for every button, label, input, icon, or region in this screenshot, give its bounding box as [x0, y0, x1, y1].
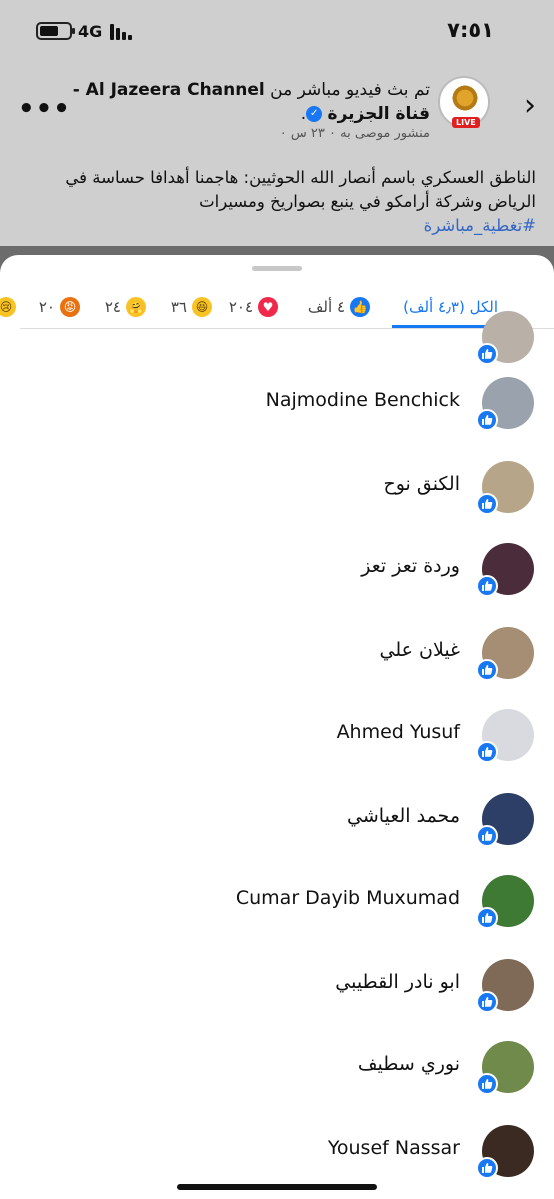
battery-icon	[36, 22, 75, 40]
network-label: 4G	[78, 22, 103, 41]
like-badge-icon	[476, 659, 498, 681]
like-badge-icon	[476, 1073, 498, 1095]
list-item[interactable]: وردة تعز تعز	[0, 539, 554, 599]
more-icon[interactable]: •••	[18, 94, 71, 124]
post-header: ••• › LIVE تم بث فيديو مباشر من Al Jazee…	[0, 70, 554, 150]
post-body: الناطق العسكري باسم أنصار الله الحوثيين:…	[65, 168, 536, 211]
reactor-list: Najmodine Benchick الكنق نوح وردة تعز تعز غ…	[0, 311, 554, 1199]
like-badge-icon	[476, 343, 498, 365]
reactor-name[interactable]: ابو نادر القطيبي	[335, 971, 460, 993]
reactor-name[interactable]: نوري سطيف	[358, 1053, 460, 1075]
like-badge-icon	[476, 825, 498, 847]
aljazeera-logo-icon	[450, 84, 480, 112]
reactor-name[interactable]: الكنق نوح	[383, 473, 460, 495]
reactor-name[interactable]: Ahmed Yusuf	[337, 721, 460, 743]
list-item[interactable]: غيلان علي	[0, 623, 554, 683]
home-indicator[interactable]	[177, 1184, 377, 1190]
post-title: تم بث فيديو مباشر من Al Jazeera Channel …	[72, 80, 430, 124]
list-item[interactable]: الكنق نوح	[0, 457, 554, 517]
sheet-handle[interactable]	[252, 266, 302, 271]
reactor-name[interactable]: غيلان علي	[380, 639, 460, 661]
list-item[interactable]: نوري سطيف	[0, 1037, 554, 1097]
page-avatar[interactable]: LIVE	[438, 76, 490, 128]
reactor-name[interactable]: وردة تعز تعز	[361, 555, 460, 577]
hashtag-link[interactable]: #تغطية_مباشرة	[424, 216, 536, 235]
reactor-name[interactable]: Cumar Dayib Muxumad	[236, 887, 460, 909]
like-badge-icon	[476, 1157, 498, 1179]
reactor-name[interactable]: Yousef Nassar	[328, 1137, 460, 1159]
chevron-right-icon[interactable]: ›	[524, 88, 536, 123]
post-title-prefix: تم بث فيديو مباشر من	[270, 80, 430, 100]
post-meta: منشور موصى به ٠ ٢٣ س ٠	[279, 126, 430, 141]
list-item[interactable]: ابو نادر القطيبي	[0, 955, 554, 1015]
live-badge: LIVE	[452, 117, 480, 128]
list-item[interactable]: Cumar Dayib Muxumad	[0, 871, 554, 931]
reactor-name[interactable]: Najmodine Benchick	[266, 389, 460, 411]
like-badge-icon	[476, 991, 498, 1013]
like-badge-icon	[476, 493, 498, 515]
status-bar: 4G ٧:٥١	[0, 0, 554, 62]
like-badge-icon	[476, 409, 498, 431]
like-badge-icon	[476, 907, 498, 929]
verified-icon: ✓	[306, 106, 323, 122]
list-item[interactable]: محمد العياشي	[0, 789, 554, 849]
like-badge-icon	[476, 575, 498, 597]
list-item[interactable]: Ahmed Yusuf	[0, 705, 554, 765]
reactions-sheet: الكل (٤٫٣ ألف) 👍 ٤ ألف ♥ ٢٠٤ 😆 ٣٦ 🤗 ٢٤ 😡…	[0, 255, 554, 1199]
list-item[interactable]: Najmodine Benchick	[0, 373, 554, 433]
clock: ٧:٥١	[447, 18, 494, 42]
reactor-name[interactable]: محمد العياشي	[347, 805, 460, 827]
list-item[interactable]	[0, 307, 554, 367]
signal-icon	[110, 22, 136, 40]
like-badge-icon	[476, 741, 498, 763]
list-item[interactable]: Yousef Nassar	[0, 1121, 554, 1181]
post-text: الناطق العسكري باسم أنصار الله الحوثيين:…	[16, 166, 536, 238]
